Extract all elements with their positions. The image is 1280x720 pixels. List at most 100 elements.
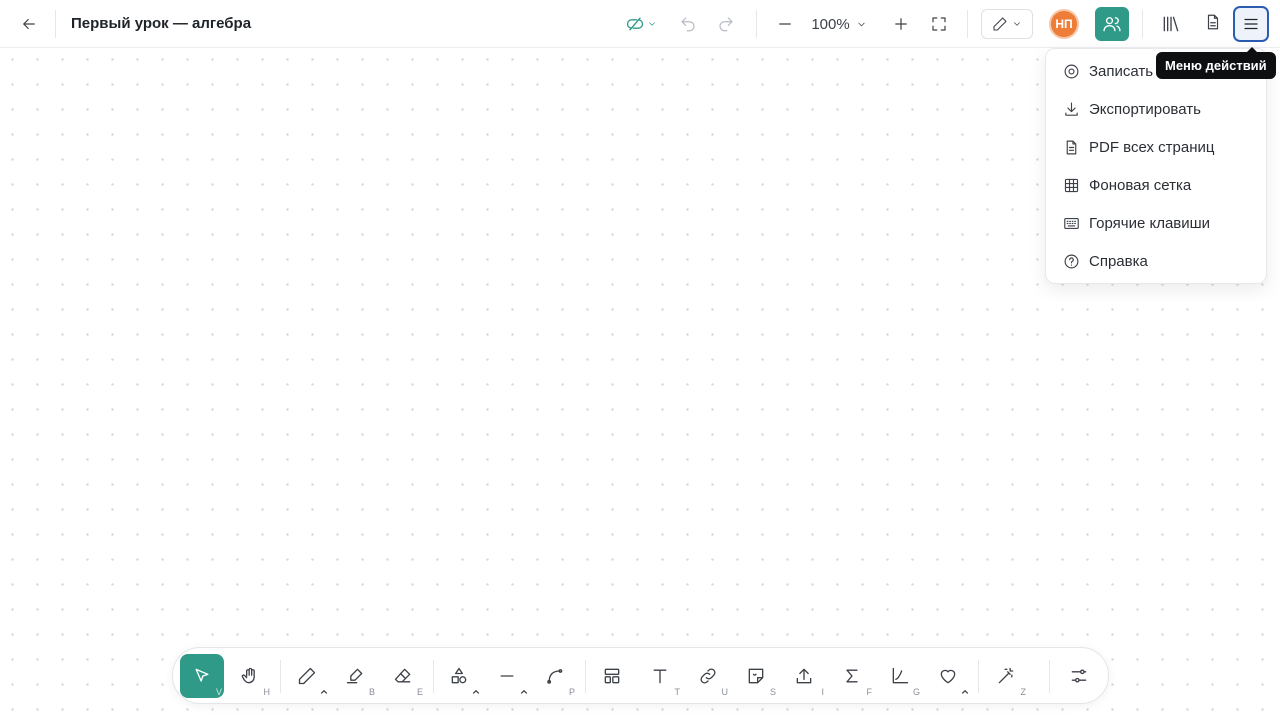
- tool-line[interactable]: [485, 654, 529, 698]
- tool-link[interactable]: U: [686, 654, 730, 698]
- toolbar-divider: [280, 660, 281, 693]
- document-icon: [1207, 14, 1219, 30]
- tool-select[interactable]: V: [180, 654, 224, 698]
- download-icon: [1065, 102, 1078, 116]
- hamburger-icon: [1244, 18, 1258, 30]
- tools-toolbar: V H B E P T U S I F G Z: [172, 647, 1109, 704]
- tool-formula[interactable]: F: [830, 654, 874, 698]
- menu-item-label: Фоновая сетка: [1089, 176, 1192, 194]
- sync-icon: [626, 17, 644, 31]
- library-button[interactable]: [1157, 10, 1185, 38]
- caret-up-icon: [472, 690, 480, 694]
- zoom-level: 100%: [811, 15, 850, 33]
- pen-mode-dropdown[interactable]: [981, 9, 1033, 39]
- menu-item-label: Записать: [1089, 62, 1154, 80]
- tool-curve[interactable]: P: [533, 654, 577, 698]
- graph-icon: [892, 667, 909, 684]
- zoom-in-button[interactable]: [889, 10, 913, 38]
- menu-item-grid[interactable]: Фоновая сетка: [1046, 166, 1266, 204]
- fullscreen-button[interactable]: [927, 10, 951, 38]
- menu-item-pdf[interactable]: PDF всех страниц: [1046, 128, 1266, 166]
- line-icon: [500, 675, 514, 677]
- redo-button[interactable]: [714, 10, 738, 38]
- layout-icon: [604, 668, 620, 684]
- tool-text[interactable]: T: [638, 654, 682, 698]
- user-avatar[interactable]: НП: [1049, 9, 1079, 39]
- shortcut-key: V: [215, 687, 222, 697]
- minus-icon: [779, 23, 791, 25]
- cursor-icon: [195, 668, 209, 682]
- toolbar-divider: [978, 660, 979, 693]
- caret-up-icon: [961, 690, 969, 694]
- shortcut-key: G: [912, 687, 920, 697]
- shortcut-key: F: [866, 687, 873, 697]
- pen-icon: [993, 17, 1007, 31]
- grid-icon: [1064, 178, 1079, 192]
- tool-magic[interactable]: Z: [984, 654, 1028, 698]
- menu-tooltip: Меню действий: [1156, 47, 1276, 79]
- tool-graph[interactable]: G: [878, 654, 922, 698]
- toolbar-divider: [1049, 660, 1050, 693]
- tool-shapes[interactable]: [437, 654, 481, 698]
- back-button[interactable]: [14, 10, 44, 38]
- tool-highlighter[interactable]: B: [333, 654, 377, 698]
- collaborators-button[interactable]: [1095, 7, 1129, 41]
- pages-button[interactable]: [1201, 8, 1225, 36]
- redo-icon: [719, 17, 733, 32]
- zoom-level-dropdown[interactable]: 100%: [806, 10, 872, 38]
- menu-item-label: Справка: [1089, 252, 1148, 270]
- shortcut-key: U: [721, 687, 729, 697]
- tool-templates[interactable]: [590, 654, 634, 698]
- eraser-icon: [394, 668, 411, 683]
- chevron-down-icon: [1014, 22, 1020, 26]
- top-bar: Первый урок — алгебра 100% НП: [0, 0, 1280, 48]
- shortcut-key: P: [568, 687, 575, 697]
- shortcut-key: S: [769, 687, 776, 697]
- menu-item-hotkeys[interactable]: Горячие клавиши: [1046, 204, 1266, 242]
- actions-menu-button[interactable]: [1233, 6, 1269, 42]
- shortcut-key: Z: [1020, 687, 1027, 697]
- shortcut-key: H: [263, 687, 271, 697]
- divider: [967, 10, 968, 38]
- sync-button[interactable]: [622, 10, 660, 38]
- pen-icon: [298, 667, 316, 685]
- file-icon: [1066, 140, 1077, 154]
- help-icon: [1064, 254, 1079, 268]
- heart-icon: [940, 669, 956, 684]
- tool-settings[interactable]: [1057, 654, 1101, 698]
- menu-item-export[interactable]: Экспортировать: [1046, 90, 1266, 128]
- divider: [756, 10, 757, 38]
- tool-hand[interactable]: H: [228, 654, 272, 698]
- menu-item-label: PDF всех страниц: [1089, 138, 1215, 156]
- undo-icon: [681, 17, 695, 32]
- sticker-icon: [748, 668, 764, 684]
- toolbar-divider: [433, 660, 434, 693]
- shortcut-key: I: [821, 687, 824, 697]
- caret-up-icon: [520, 690, 528, 694]
- record-icon: [1064, 64, 1079, 78]
- toolbar-divider: [585, 660, 586, 693]
- menu-item-label: Горячие клавиши: [1089, 214, 1211, 232]
- divider: [55, 10, 56, 38]
- menu-item-label: Экспортировать: [1089, 100, 1201, 118]
- sliders-icon: [1071, 669, 1087, 683]
- menu-item-help[interactable]: Справка: [1046, 242, 1266, 280]
- tool-eraser[interactable]: E: [381, 654, 425, 698]
- zoom-out-button[interactable]: [773, 10, 797, 38]
- tool-sticker[interactable]: S: [734, 654, 778, 698]
- chevron-down-icon: [858, 22, 865, 26]
- shapes-icon: [451, 667, 467, 684]
- hand-icon: [241, 667, 255, 684]
- caret-up-icon: [320, 690, 328, 694]
- arrow-left-icon: [23, 18, 35, 30]
- keyboard-icon: [1064, 217, 1079, 229]
- document-title[interactable]: Первый урок — алгебра: [71, 15, 251, 32]
- undo-button[interactable]: [676, 10, 700, 38]
- users-icon: [1103, 17, 1121, 32]
- tool-upload[interactable]: I: [782, 654, 826, 698]
- actions-menu: Записать Экспортировать PDF всех страниц…: [1045, 48, 1267, 284]
- tool-pen[interactable]: [285, 654, 329, 698]
- tool-favorite[interactable]: [926, 654, 970, 698]
- curve-icon: [547, 669, 563, 684]
- shortcut-key: E: [416, 687, 423, 697]
